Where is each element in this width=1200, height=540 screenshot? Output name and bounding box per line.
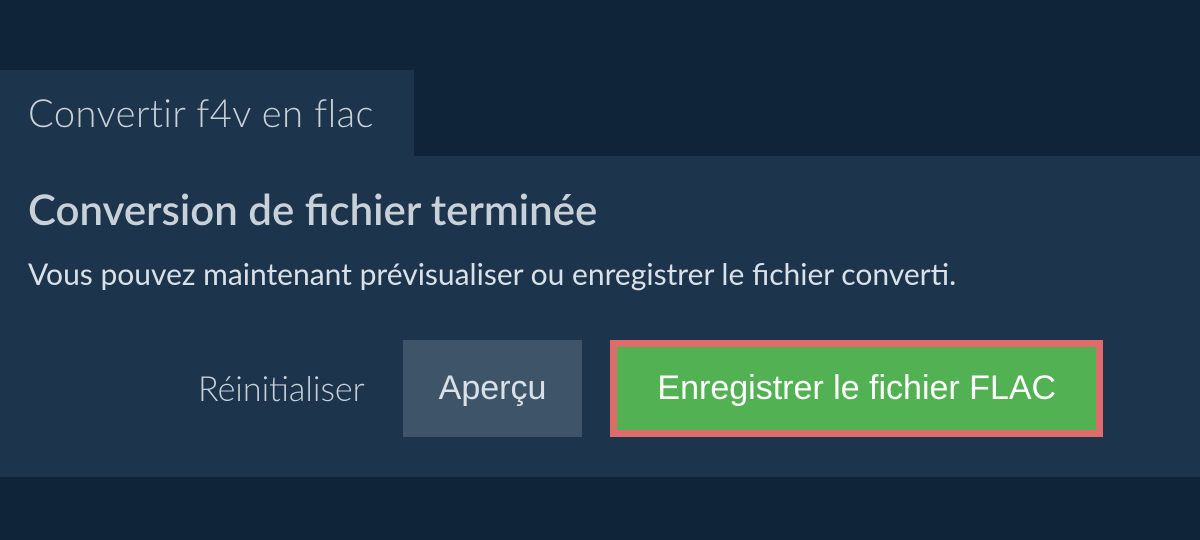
tab-label: Convertir f4v en flac xyxy=(28,90,374,136)
reset-label: Réinitialiser xyxy=(198,368,365,409)
button-row: Réinitialiser Aperçu Enregistrer le fich… xyxy=(28,340,1172,437)
tab-convert[interactable]: Convertir f4v en flac xyxy=(0,70,414,156)
save-button-highlight: Enregistrer le fichier FLAC xyxy=(610,340,1103,437)
panel: Convertir f4v en flac Conversion de fich… xyxy=(0,0,1200,477)
content-area: Conversion de fichier terminée Vous pouv… xyxy=(0,156,1200,477)
save-button[interactable]: Enregistrer le fichier FLAC xyxy=(617,347,1096,430)
preview-button[interactable]: Aperçu xyxy=(403,340,583,437)
reset-link[interactable]: Réinitialiser xyxy=(198,340,375,437)
page-subtext: Vous pouvez maintenant prévisualiser ou … xyxy=(28,256,1172,292)
save-label: Enregistrer le fichier FLAC xyxy=(657,369,1056,407)
page-title: Conversion de fichier terminée xyxy=(28,184,1172,234)
preview-label: Aperçu xyxy=(439,369,547,408)
